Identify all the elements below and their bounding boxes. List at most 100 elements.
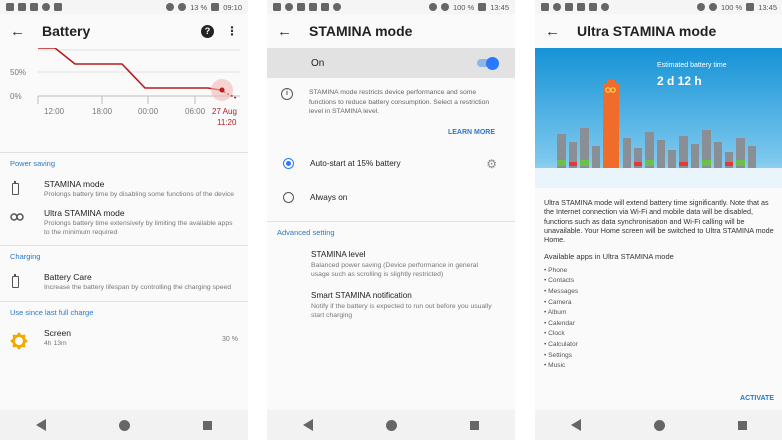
info-text: STAMINA mode restricts device performanc… [309, 89, 490, 116]
battery-level: 100 % [452, 2, 475, 12]
facebook-icon [6, 3, 14, 11]
facebook-icon [273, 3, 281, 11]
facebook-icon [541, 3, 549, 11]
stamina-mode-screen: 100 % 13:45 ← STAMINA mode On i STAMINA … [267, 0, 515, 440]
gallery-icon [309, 3, 317, 11]
nav-recents-icon[interactable] [737, 420, 747, 430]
item-title: Smart STAMINA notification [311, 290, 412, 300]
battery-level: 100 % [720, 2, 743, 12]
item-title: STAMINA mode [44, 179, 105, 189]
list-item: • Music [544, 362, 566, 370]
list-item: • Messages [544, 287, 579, 295]
battery-icon [746, 3, 755, 11]
battery-chart: 50% 0% 12:00 18:00 00:00 06:00 27 Aug 11… [0, 47, 248, 152]
nav-bar [0, 410, 248, 440]
back-arrow-icon[interactable]: ← [277, 23, 301, 40]
item-desc: Balanced power saving (Device performanc… [311, 261, 478, 278]
radio-auto-start[interactable] [283, 158, 294, 170]
list-item: • Settings [544, 351, 572, 359]
page-title: Ultra STAMINA mode [577, 23, 717, 39]
help-icon[interactable]: ? [201, 24, 214, 38]
item-title: Screen [44, 328, 71, 339]
info-icon: i [281, 88, 293, 100]
battery-icon [211, 3, 220, 11]
estimate-illustration: Estimated battery time 2 d 12 h [535, 48, 782, 188]
gallery-icon [18, 3, 26, 11]
app-bar: ← STAMINA mode [267, 14, 515, 48]
battery-icon [478, 3, 487, 11]
list-item: • Camera [544, 298, 572, 306]
ultra-stamina-mode-item[interactable]: Ultra STAMINA mode Prolongs battery time… [0, 204, 248, 242]
item-desc: Notify if the battery is expected to run… [311, 302, 492, 320]
nav-recents-icon[interactable] [202, 420, 212, 430]
stamina-level-item[interactable]: STAMINA level Balanced power saving (Dev… [267, 244, 515, 285]
back-arrow-icon[interactable]: ← [545, 23, 569, 40]
battery-level-line [38, 47, 221, 91]
gear-icon[interactable]: ⚙ [486, 157, 497, 171]
section-usage: Use since last full charge [10, 308, 94, 318]
clock: 13:45 [758, 2, 777, 12]
current-point [219, 87, 225, 93]
battery-chart-svg: 50% 0% 12:00 18:00 00:00 06:00 27 Aug 11… [10, 47, 240, 127]
option-label: Auto-start at 15% battery [310, 159, 401, 169]
notification-icon [601, 3, 609, 11]
y-tick-0: 0% [10, 92, 22, 101]
notification-icon [333, 3, 341, 11]
brightness-icon [10, 332, 28, 351]
item-title: Ultra STAMINA mode [44, 207, 125, 218]
nav-recents-icon[interactable] [469, 420, 479, 430]
nav-home-icon[interactable] [385, 419, 397, 431]
battery-plus-icon [12, 181, 19, 195]
section-power-saving: Power saving [10, 159, 56, 168]
list-item: • Clock [544, 330, 565, 338]
usage-percent: 30 % [222, 336, 238, 344]
toggle-label: On [311, 57, 325, 69]
battery-charging-icon [12, 274, 19, 289]
app-bar: ← Ultra STAMINA mode [535, 14, 782, 48]
current-date-label: 27 Aug [212, 107, 237, 116]
option-auto-start[interactable]: Auto-start at 15% battery ⚙ [267, 147, 515, 181]
wifi-icon [178, 3, 187, 11]
vibrate-icon [428, 3, 437, 11]
nav-back-icon[interactable] [303, 419, 314, 431]
x-tick-12: 12:00 [44, 107, 65, 116]
item-desc: Increase the battery lifespan by control… [44, 284, 232, 292]
smart-notification-item[interactable]: Smart STAMINA notification Notify if the… [267, 285, 515, 326]
usage-duration: 4h 13m [44, 340, 67, 348]
app-bar: ← Battery ? ⋮ [0, 14, 248, 48]
vibrate-icon [696, 3, 705, 11]
clock: 09:10 [223, 2, 242, 12]
toggle-knob [486, 56, 499, 70]
stamina-mode-item[interactable]: STAMINA mode Prolongs battery time by di… [0, 175, 248, 204]
stamina-toggle[interactable] [477, 56, 499, 70]
close-box-icon [321, 3, 329, 11]
nav-back-icon[interactable] [36, 419, 47, 431]
nav-home-icon[interactable] [653, 419, 665, 431]
activate-button[interactable]: ACTIVATE [740, 395, 774, 402]
nav-bar [535, 410, 782, 440]
infinity-icon [10, 213, 24, 221]
more-options-icon[interactable]: ⋮ [226, 24, 238, 38]
option-always-on[interactable]: Always on [267, 181, 515, 215]
close-box-icon [30, 3, 38, 11]
battery-care-item[interactable]: Battery Care Increase the battery lifesp… [0, 268, 248, 297]
nav-home-icon[interactable] [118, 419, 130, 431]
back-arrow-icon[interactable]: ← [10, 23, 34, 40]
y-tick-50: 50% [10, 68, 26, 77]
nav-back-icon[interactable] [571, 419, 582, 431]
gallery-icon [577, 3, 585, 11]
learn-more-link[interactable]: LEARN MORE [267, 117, 515, 147]
status-bar: 100 % 13:45 [267, 0, 515, 14]
close-box-icon [589, 3, 597, 11]
notification-icon [54, 3, 62, 11]
battery-city-illustration [535, 80, 782, 188]
instagram-icon [565, 3, 573, 11]
radio-always-on[interactable] [283, 192, 294, 204]
main-battery-bar [603, 84, 619, 168]
description-text: Ultra STAMINA mode will extend battery t… [544, 198, 774, 245]
app-icon [285, 3, 293, 11]
item-desc: Prolongs battery time by disabling some … [44, 191, 235, 198]
stamina-toggle-row[interactable]: On [267, 48, 515, 78]
app-icon [553, 3, 561, 11]
screen-usage-item[interactable]: Screen 4h 13m 30 % [0, 324, 248, 354]
